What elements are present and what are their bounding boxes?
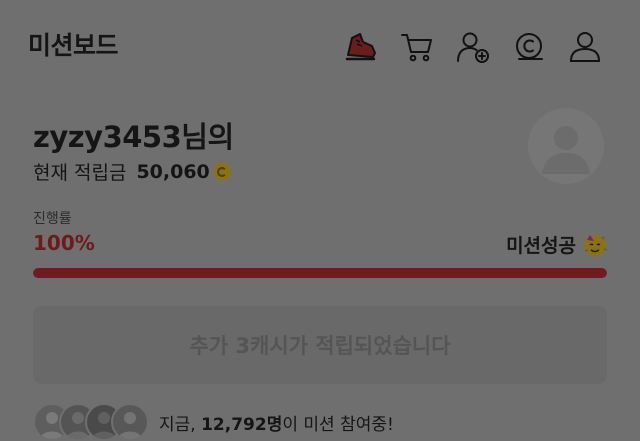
progress-label: 진행률 xyxy=(33,211,72,227)
participants-prefix: 지금, xyxy=(159,414,202,435)
profile-icon[interactable] xyxy=(566,28,604,66)
shoe-icon[interactable] xyxy=(342,28,380,66)
participants-row: 지금, 12,792명이 미션 참여중! xyxy=(33,403,394,441)
mission-status: 미션성공 xyxy=(506,231,608,258)
balance-label: 현재 적립금 xyxy=(33,162,127,184)
page-title: 미션보드 xyxy=(28,31,119,60)
participant-avatar xyxy=(111,403,149,441)
participants-count: 12,792명 xyxy=(201,414,283,435)
user-name: zyzy3453님의 xyxy=(33,120,234,154)
coin-icon[interactable] xyxy=(510,28,548,66)
participants-suffix: 이 미션 참여중! xyxy=(282,414,394,435)
balance-amount: 50,060 xyxy=(136,160,210,183)
progress-value: 100% xyxy=(33,231,95,255)
add-user-icon[interactable] xyxy=(454,28,492,66)
coin-icon xyxy=(212,162,231,181)
header-bar: 미션보드 xyxy=(0,0,640,90)
mission-status-label: 미션성공 xyxy=(506,235,576,257)
balance-row: 현재 적립금 50,060 xyxy=(33,158,231,185)
cart-icon[interactable] xyxy=(398,28,436,66)
progress-fill xyxy=(33,268,607,278)
progress-bar xyxy=(33,268,607,278)
party-face-icon xyxy=(582,232,608,258)
avatar[interactable] xyxy=(528,108,604,184)
participants-text: 지금, 12,792명이 미션 참여중! xyxy=(159,410,394,435)
reward-button[interactable]: 추가 3캐시가 적립되었습니다 xyxy=(33,306,607,384)
